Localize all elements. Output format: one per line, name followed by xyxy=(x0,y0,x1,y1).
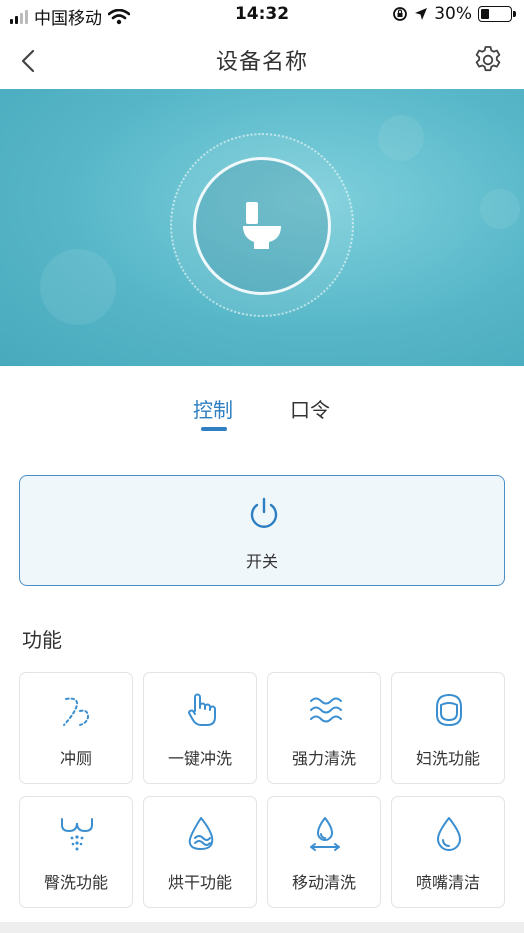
function-label: 妇洗功能 xyxy=(415,749,480,768)
function-power-wash[interactable]: 强力清洗 xyxy=(267,672,381,784)
status-bar: 中国移动 14:32 30% xyxy=(0,0,524,36)
function-nozzle-clean[interactable]: 喷嘴清洁 xyxy=(391,796,505,908)
function-flush[interactable]: 冲厕 xyxy=(19,672,133,784)
function-label: 一键冲洗 xyxy=(167,749,232,768)
function-label: 臀洗功能 xyxy=(43,873,108,892)
power-icon xyxy=(250,497,278,528)
decor-bubble xyxy=(480,189,520,229)
drop-icon xyxy=(437,817,461,851)
waves-icon xyxy=(310,697,342,723)
power-label: 开关 xyxy=(245,552,278,571)
function-label: 强力清洗 xyxy=(291,749,356,768)
function-label: 喷嘴清洁 xyxy=(415,873,480,892)
function-rear-wash[interactable]: 臀洗功能 xyxy=(19,796,133,908)
flush-icon xyxy=(63,697,90,726)
device-hero-banner xyxy=(0,89,524,366)
status-right: 30% xyxy=(392,4,516,24)
location-arrow-icon xyxy=(415,8,428,20)
function-label: 冲厕 xyxy=(59,749,92,768)
bottom-bar xyxy=(0,922,524,933)
page-title: 设备名称 xyxy=(215,50,308,75)
device-status-circle[interactable] xyxy=(193,157,331,295)
functions-heading: 功能 xyxy=(22,628,62,652)
spray-icon xyxy=(61,818,93,851)
tab-voice-command[interactable]: 口令 xyxy=(290,394,330,423)
power-toggle-button[interactable]: 开关 xyxy=(19,475,505,586)
decor-bubble xyxy=(40,249,116,325)
moving-drop-icon xyxy=(310,817,340,851)
tab-control[interactable]: 控制 xyxy=(193,394,233,423)
decor-bubble xyxy=(378,115,424,161)
gear-icon[interactable] xyxy=(472,44,504,76)
nav-bar: 设备名称 xyxy=(0,36,524,88)
function-feminine-wash[interactable]: 妇洗功能 xyxy=(391,672,505,784)
tab-bar: 控制 口令 xyxy=(0,388,524,438)
function-one-key-rinse[interactable]: 一键冲洗 xyxy=(143,672,257,784)
battery-icon xyxy=(478,6,516,22)
battery-percent: 30% xyxy=(434,4,472,24)
function-label: 烘干功能 xyxy=(167,873,232,892)
function-label: 移动清洗 xyxy=(291,873,356,892)
dry-flame-icon xyxy=(188,817,214,850)
rotation-lock-icon xyxy=(393,7,408,21)
touch-hand-icon xyxy=(188,693,216,726)
face-outline-icon xyxy=(436,693,462,727)
function-moving-wash[interactable]: 移动清洗 xyxy=(267,796,381,908)
function-drying[interactable]: 烘干功能 xyxy=(143,796,257,908)
active-tab-indicator xyxy=(201,427,227,431)
toilet-icon xyxy=(243,202,281,249)
